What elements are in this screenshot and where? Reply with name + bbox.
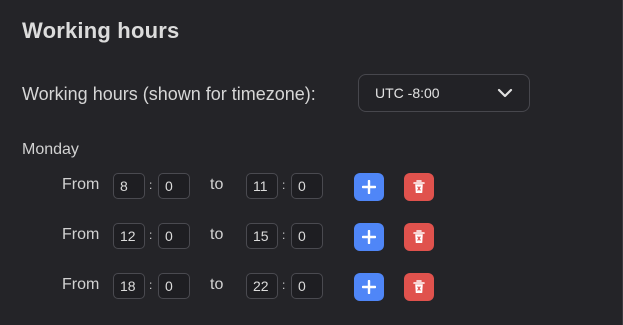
add-slot-button[interactable] <box>354 223 384 251</box>
plus-icon <box>362 280 376 294</box>
delete-slot-button[interactable] <box>404 223 434 251</box>
from-minute-input[interactable] <box>158 223 190 249</box>
to-minute-input[interactable] <box>291 173 323 199</box>
timezone-selected-value: UTC -8:00 <box>375 85 440 101</box>
from-minute-input[interactable] <box>158 273 190 299</box>
time-separator: : <box>149 278 153 292</box>
from-label: From <box>62 276 100 293</box>
delete-slot-button[interactable] <box>404 173 434 201</box>
day-label-monday: Monday <box>22 141 79 158</box>
from-minute-input[interactable] <box>158 173 190 199</box>
from-label: From <box>62 226 100 243</box>
from-label: From <box>62 176 100 193</box>
section-title: Working hours <box>22 18 180 43</box>
time-slot: From : to : <box>62 172 442 201</box>
from-hour-input[interactable] <box>113 223 145 249</box>
time-separator: : <box>149 228 153 242</box>
time-separator: : <box>282 278 286 292</box>
timezone-select[interactable]: UTC -8:00 <box>358 74 530 112</box>
time-separator: : <box>282 178 286 192</box>
to-label: to <box>210 176 224 193</box>
time-slot: From : to : <box>62 272 442 301</box>
plus-icon <box>362 230 376 244</box>
to-hour-input[interactable] <box>246 223 278 249</box>
to-label: to <box>210 276 224 293</box>
timezone-label: Working hours (shown for timezone): <box>22 83 316 104</box>
to-hour-input[interactable] <box>246 273 278 299</box>
chevron-down-icon <box>497 88 513 98</box>
add-slot-button[interactable] <box>354 173 384 201</box>
time-slot: From : to : <box>62 222 442 251</box>
trash-icon <box>413 230 425 244</box>
to-hour-input[interactable] <box>246 173 278 199</box>
timezone-row: Working hours (shown for timezone): UTC … <box>22 74 530 114</box>
time-separator: : <box>149 178 153 192</box>
to-minute-input[interactable] <box>291 273 323 299</box>
plus-icon <box>362 180 376 194</box>
add-slot-button[interactable] <box>354 273 384 301</box>
to-label: to <box>210 226 224 243</box>
to-minute-input[interactable] <box>291 223 323 249</box>
trash-icon <box>413 280 425 294</box>
from-hour-input[interactable] <box>113 173 145 199</box>
delete-slot-button[interactable] <box>404 273 434 301</box>
from-hour-input[interactable] <box>113 273 145 299</box>
trash-icon <box>413 180 425 194</box>
time-separator: : <box>282 228 286 242</box>
